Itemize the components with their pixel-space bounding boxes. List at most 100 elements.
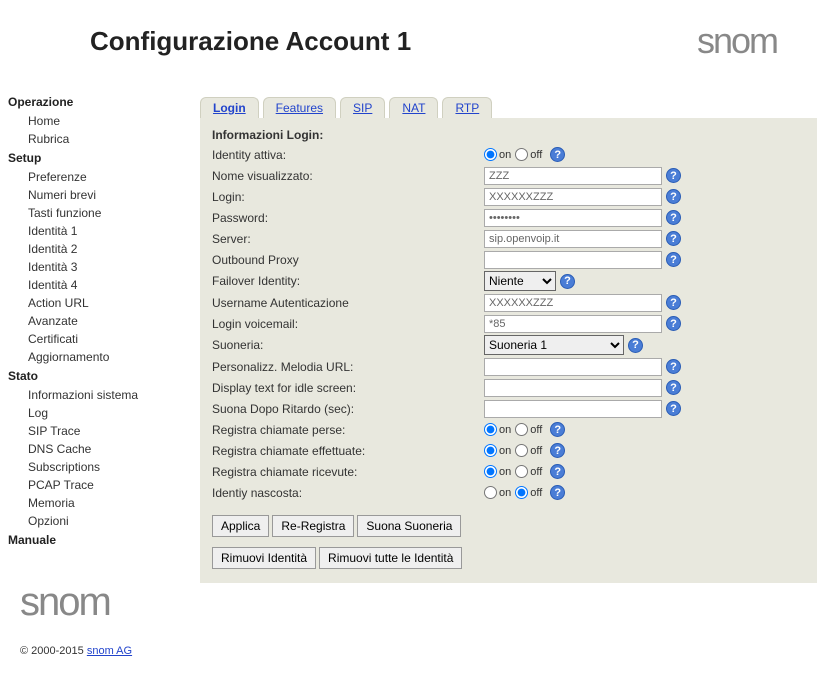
help-icon[interactable]: ? xyxy=(666,359,681,374)
tab-nat[interactable]: NAT xyxy=(389,97,438,118)
help-icon[interactable]: ? xyxy=(666,168,681,183)
help-icon[interactable]: ? xyxy=(666,231,681,246)
ringtone-select[interactable]: Suoneria 1 xyxy=(484,335,624,355)
help-icon[interactable]: ? xyxy=(666,316,681,331)
button-row1-1[interactable]: Re-Registra xyxy=(272,515,354,537)
help-icon[interactable]: ? xyxy=(550,464,565,479)
sidebar-item[interactable]: Aggiornamento xyxy=(8,348,180,366)
password-input[interactable] xyxy=(484,209,662,227)
radio-label: on xyxy=(499,445,511,457)
help-icon[interactable]: ? xyxy=(550,443,565,458)
melody_url-input[interactable] xyxy=(484,358,662,376)
help-icon[interactable]: ? xyxy=(550,422,565,437)
field-label: Username Autenticazione xyxy=(212,296,484,310)
sidebar-item[interactable]: Certificati xyxy=(8,330,180,348)
ring_delay-input[interactable] xyxy=(484,400,662,418)
field-row-ring_delay: Suona Dopo Ritardo (sec):? xyxy=(212,398,805,419)
sidebar-item[interactable]: Identità 3 xyxy=(8,258,180,276)
server-input[interactable] xyxy=(484,230,662,248)
help-icon[interactable]: ? xyxy=(550,147,565,162)
help-icon[interactable]: ? xyxy=(628,338,643,353)
sidebar-item[interactable]: Subscriptions xyxy=(8,458,180,476)
field-label: Registra chiamate ricevute: xyxy=(212,465,484,479)
sidebar-item[interactable]: Identità 4 xyxy=(8,276,180,294)
button-row1-0[interactable]: Applica xyxy=(212,515,269,537)
sidebar-item[interactable]: Log xyxy=(8,404,180,422)
help-icon[interactable]: ? xyxy=(550,485,565,500)
copyright-link[interactable]: snom AG xyxy=(87,645,132,657)
outbound_proxy-input[interactable] xyxy=(484,251,662,269)
button-row-2: Rimuovi IdentitàRimuovi tutte le Identit… xyxy=(212,547,805,569)
field-row-voicemail: Login voicemail:? xyxy=(212,313,805,334)
sidebar-item[interactable]: SIP Trace xyxy=(8,422,180,440)
sidebar-item[interactable]: Informazioni sistema xyxy=(8,386,180,404)
auth_user-input[interactable] xyxy=(484,294,662,312)
copyright: © 2000-2015 snom AG xyxy=(8,635,180,657)
failover-select[interactable]: Niente xyxy=(484,271,556,291)
tab-sip[interactable]: SIP xyxy=(340,97,385,118)
login-input[interactable] xyxy=(484,188,662,206)
tab-rtp[interactable]: RTP xyxy=(442,97,492,118)
sidebar-item[interactable]: Opzioni xyxy=(8,512,180,530)
field-label: Password: xyxy=(212,211,484,225)
hidden_id-radio-on[interactable] xyxy=(484,486,497,499)
field-row-idle_text: Display text for idle screen:? xyxy=(212,377,805,398)
field-row-login: Login:? xyxy=(212,186,805,207)
sidebar-item[interactable]: Avanzate xyxy=(8,312,180,330)
tabs: LoginFeaturesSIPNATRTP xyxy=(200,97,817,118)
field-label: Personalizz. Melodia URL: xyxy=(212,360,484,374)
button-row1-2[interactable]: Suona Suoneria xyxy=(357,515,461,537)
help-icon[interactable]: ? xyxy=(666,380,681,395)
idle_text-input[interactable] xyxy=(484,379,662,397)
log_dialed-radio-on[interactable] xyxy=(484,444,497,457)
help-icon[interactable]: ? xyxy=(666,295,681,310)
log_received-radio-on[interactable] xyxy=(484,465,497,478)
log_received-radio-off[interactable] xyxy=(515,465,528,478)
field-label: Outbound Proxy xyxy=(212,253,484,267)
help-icon[interactable]: ? xyxy=(560,274,575,289)
button-row2-1[interactable]: Rimuovi tutte le Identità xyxy=(319,547,462,569)
help-icon[interactable]: ? xyxy=(666,252,681,267)
field-label: Suoneria: xyxy=(212,338,484,352)
log_missed-radio-off[interactable] xyxy=(515,423,528,436)
help-icon[interactable]: ? xyxy=(666,401,681,416)
tab-features[interactable]: Features xyxy=(263,97,336,118)
sidebar-item[interactable]: Tasti funzione xyxy=(8,204,180,222)
field-label: Login voicemail: xyxy=(212,317,484,331)
sidebar-item[interactable]: Numeri brevi xyxy=(8,186,180,204)
sidebar-item[interactable]: Memoria xyxy=(8,494,180,512)
field-row-identity_active: Identity attiva:onoff? xyxy=(212,144,805,165)
sidebar-section: Operazione xyxy=(8,92,180,112)
sidebar-item[interactable]: Preferenze xyxy=(8,168,180,186)
sidebar-item[interactable]: Identità 1 xyxy=(8,222,180,240)
button-row-1: ApplicaRe-RegistraSuona Suoneria xyxy=(212,503,805,537)
radio-label: on xyxy=(499,487,511,499)
field-row-ringtone: Suoneria:Suoneria 1? xyxy=(212,334,805,356)
sidebar-item[interactable]: PCAP Trace xyxy=(8,476,180,494)
identity_active-radio-off[interactable] xyxy=(515,148,528,161)
identity_active-radio-on[interactable] xyxy=(484,148,497,161)
button-row2-0[interactable]: Rimuovi Identità xyxy=(212,547,316,569)
sidebar-section: Setup xyxy=(8,148,180,168)
sidebar-item[interactable]: Identità 2 xyxy=(8,240,180,258)
radio-label: on xyxy=(499,466,511,478)
sidebar-item[interactable]: Action URL xyxy=(8,294,180,312)
field-row-log_received: Registra chiamate ricevute:onoff? xyxy=(212,461,805,482)
sidebar-item[interactable]: Rubrica xyxy=(8,130,180,148)
display_name-input[interactable] xyxy=(484,167,662,185)
field-row-log_missed: Registra chiamate perse:onoff? xyxy=(212,419,805,440)
hidden_id-radio-off[interactable] xyxy=(515,486,528,499)
tab-login[interactable]: Login xyxy=(200,97,259,118)
voicemail-input[interactable] xyxy=(484,315,662,333)
help-icon[interactable]: ? xyxy=(666,210,681,225)
field-label: Registra chiamate effettuate: xyxy=(212,444,484,458)
radio-label: off xyxy=(530,149,542,161)
log_missed-radio-on[interactable] xyxy=(484,423,497,436)
sidebar-item[interactable]: DNS Cache xyxy=(8,440,180,458)
field-row-password: Password:? xyxy=(212,207,805,228)
sidebar-section: Stato xyxy=(8,366,180,386)
field-label: Display text for idle screen: xyxy=(212,381,484,395)
log_dialed-radio-off[interactable] xyxy=(515,444,528,457)
sidebar-item[interactable]: Home xyxy=(8,112,180,130)
help-icon[interactable]: ? xyxy=(666,189,681,204)
